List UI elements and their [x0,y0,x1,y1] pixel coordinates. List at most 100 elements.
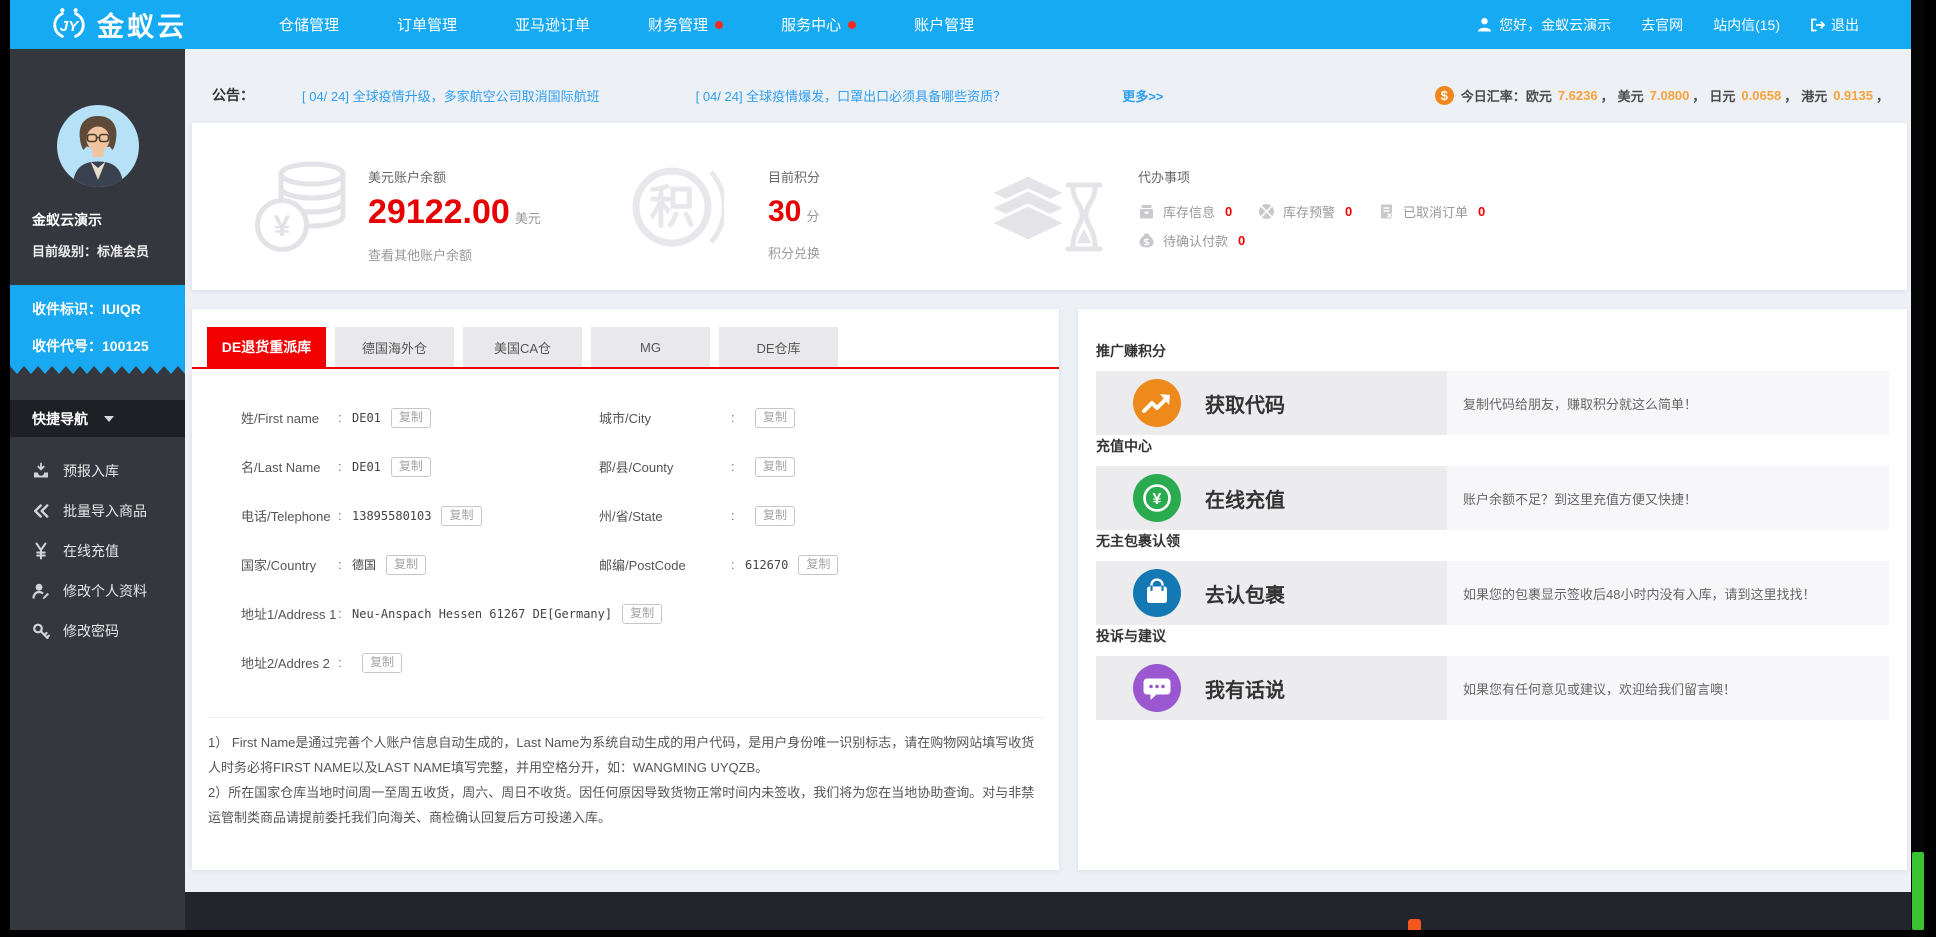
points-title: 目前积分 [768,170,821,185]
field-colon: : [338,410,342,425]
points-exchange-link[interactable]: 积分兑换 [768,243,820,262]
field-colon: : [731,410,735,425]
chevron-down-icon [104,415,114,422]
menu-item-finance[interactable]: 财务管理 [648,14,724,35]
menu-item-account[interactable]: 账户管理 [914,14,974,35]
points-amount: 30 分 [768,195,820,228]
announcement-link[interactable]: [ 04/ 24] 全球疫情爆发，口罩出口必须具备哪些资质？ [696,86,1007,105]
rate-separator: ， [1875,88,1889,104]
field-value: DE01 [352,459,381,474]
copy-button[interactable]: 复制 [362,652,403,673]
copy-button[interactable]: 复制 [386,554,427,575]
field-city: 城市/City: 复制 [599,393,838,442]
copy-button[interactable]: 复制 [390,407,431,428]
top-navbar: JY 金蚁云 仓储管理 订单管理 亚马逊订单 财务管理 服务中心 账户管理 您好… [10,0,1911,49]
field-label: 城市/City [599,411,652,426]
rates-label: 今日汇率： [1460,88,1526,104]
todo-item-inventory[interactable]: 库存信息 0 [1138,202,1234,221]
todo-count: 0 [1345,204,1353,219]
menu-label: 订单管理 [397,17,458,34]
tab-de-warehouse[interactable]: DE仓库 [719,327,838,367]
menu-item-service-center[interactable]: 服务中心 [781,14,857,35]
copy-button[interactable]: 复制 [755,505,796,526]
main-menu: 仓储管理 订单管理 亚马逊订单 财务管理 服务中心 账户管理 [279,14,974,35]
rate-currency: 美元 [1617,88,1644,104]
promo-desc: 如果您有任何意见或建议，欢迎给我们留言噢！ [1463,681,1737,697]
announcement-link[interactable]: [ 04/ 24] 全球疫情升级，多家航空公司取消国际航班 [302,86,600,105]
tab-us-ca-warehouse[interactable]: 美国CA仓 [463,327,582,367]
page-footer [10,892,1911,930]
promo-header-referral: 推广赚积分 [1096,343,1166,359]
field-value: 13895580103 [352,508,432,523]
rate-separator: ， [1784,88,1798,104]
tab-mg-warehouse[interactable]: MG [591,327,710,367]
note-line: 1） First Name是通过完善个人账户信息自动生成的，Last Name为… [208,735,1035,775]
field-state: 州/省/State: 复制 [599,491,838,540]
field-label: 邮编/PostCode [599,558,686,573]
official-site-link[interactable]: 去官网 [1641,15,1683,35]
greeting-text: 您好，金蚁云演示 [1499,16,1612,33]
field-label: 电话/Telephone [241,509,331,524]
note-line: 2）所在国家仓库当地时间周一至周五收货，周六、周日不收货。因任何原因导致货物正常… [208,785,1035,825]
todo-item-cancelled-orders[interactable]: 已取消订单 0 [1378,202,1485,221]
copy-button[interactable]: 复制 [622,603,663,624]
promo-row-feedback[interactable]: 我有话说 如果您有任何意见或建议，欢迎给我们留言噢！ [1096,656,1889,720]
usd-balance-block: 美元账户余额 29122.00 美元 查看其他账户余额 [368,167,541,264]
other-balances-link[interactable]: 查看其他账户余额 [368,245,541,264]
sidebar-item-online-recharge[interactable]: 在线充值 [10,531,185,571]
rate-currency: 港元 [1801,88,1828,104]
brand[interactable]: JY 金蚁云 [50,5,187,44]
scrollbar-track[interactable] [1911,0,1925,937]
sidebar-item-change-password[interactable]: 修改密码 [10,611,185,651]
promo-title: 去认包裹 [1205,584,1285,607]
key-icon [32,622,50,640]
promo-row-online-recharge[interactable]: ¥ 在线充值 账户余额不足？到这里充值方便又快捷！ [1096,466,1889,530]
coins-icon: ¥ [255,161,346,252]
scrollbar-thumb[interactable] [1912,852,1924,930]
todo-item-stock-alert[interactable]: 库存预警 0 [1258,202,1354,221]
sidebar-item-batch-import[interactable]: 批量导入商品 [10,491,185,531]
svg-text:JY: JY [60,18,80,35]
copy-button[interactable]: 复制 [755,456,796,477]
yen-icon [32,542,50,560]
copy-button[interactable]: 复制 [755,407,796,428]
tab-germany-warehouse[interactable]: 德国海外仓 [335,327,454,367]
promo-row-get-code[interactable]: 获取代码 复制代码给朋友，赚取积分就这么简单！ [1096,371,1889,435]
menu-item-warehouse[interactable]: 仓储管理 [279,14,339,35]
todo-title: 代办事项 [1138,170,1191,185]
copy-button[interactable]: 复制 [390,456,431,477]
dollar-circle-icon: $ [1434,85,1454,105]
promo-row-claim-parcel[interactable]: 去认包裹 如果您的包裹显示签收后48小时内没有入库，请到这里找找！ [1096,561,1889,625]
rate-separator: ， [1692,88,1706,104]
zigzag-divider [10,366,185,374]
todo-list: 库存信息 0 库存预警 0 已取消订单 0 待确认付款 0 [1138,197,1509,255]
sidebar-menu: 预报入库 批量导入商品 在线充值 修改个人资料 修改密码 [10,451,185,651]
rate-separator: ， [1600,88,1614,104]
field-label: 地址2/Addres 2 [241,656,330,671]
site-mail-link[interactable]: 站内信(15) [1713,15,1780,35]
copy-button[interactable]: 复制 [441,505,482,526]
rate-value: 0.0658 [1741,87,1782,103]
sidebar-item-edit-profile[interactable]: 修改个人资料 [10,571,185,611]
announcement-more-link[interactable]: 更多>> [1122,86,1163,105]
receiver-code: 收件代号：100125 [32,338,149,354]
todo-item-pending-payment[interactable]: 待确认付款 0 [1138,231,1245,250]
sidebar-item-label: 修改密码 [63,623,119,639]
todo-label: 已取消订单 [1403,205,1469,220]
field-colon: : [731,459,735,474]
user-greeting[interactable]: 您好，金蚁云演示 [1477,15,1611,35]
speech-bubble-icon [1133,664,1181,712]
tab-de-return-warehouse[interactable]: DE退货重派库 [207,327,326,367]
sidebar-item-inbound-forecast[interactable]: 预报入库 [10,451,185,491]
copy-button[interactable]: 复制 [798,554,839,575]
balance-amount: 29122.00 美元 [368,193,541,231]
sidebar-item-label: 预报入库 [63,463,119,479]
menu-item-amazon-orders[interactable]: 亚马逊订单 [515,14,590,35]
field-label: 州/省/State [599,509,663,524]
quick-nav-header[interactable]: 快捷导航 [10,400,185,437]
field-value: 612670 [745,557,789,572]
quick-nav-label: 快捷导航 [32,410,88,427]
menu-item-orders[interactable]: 订单管理 [397,14,457,35]
logout-link[interactable]: 退出 [1810,15,1859,35]
avatar [57,105,139,187]
